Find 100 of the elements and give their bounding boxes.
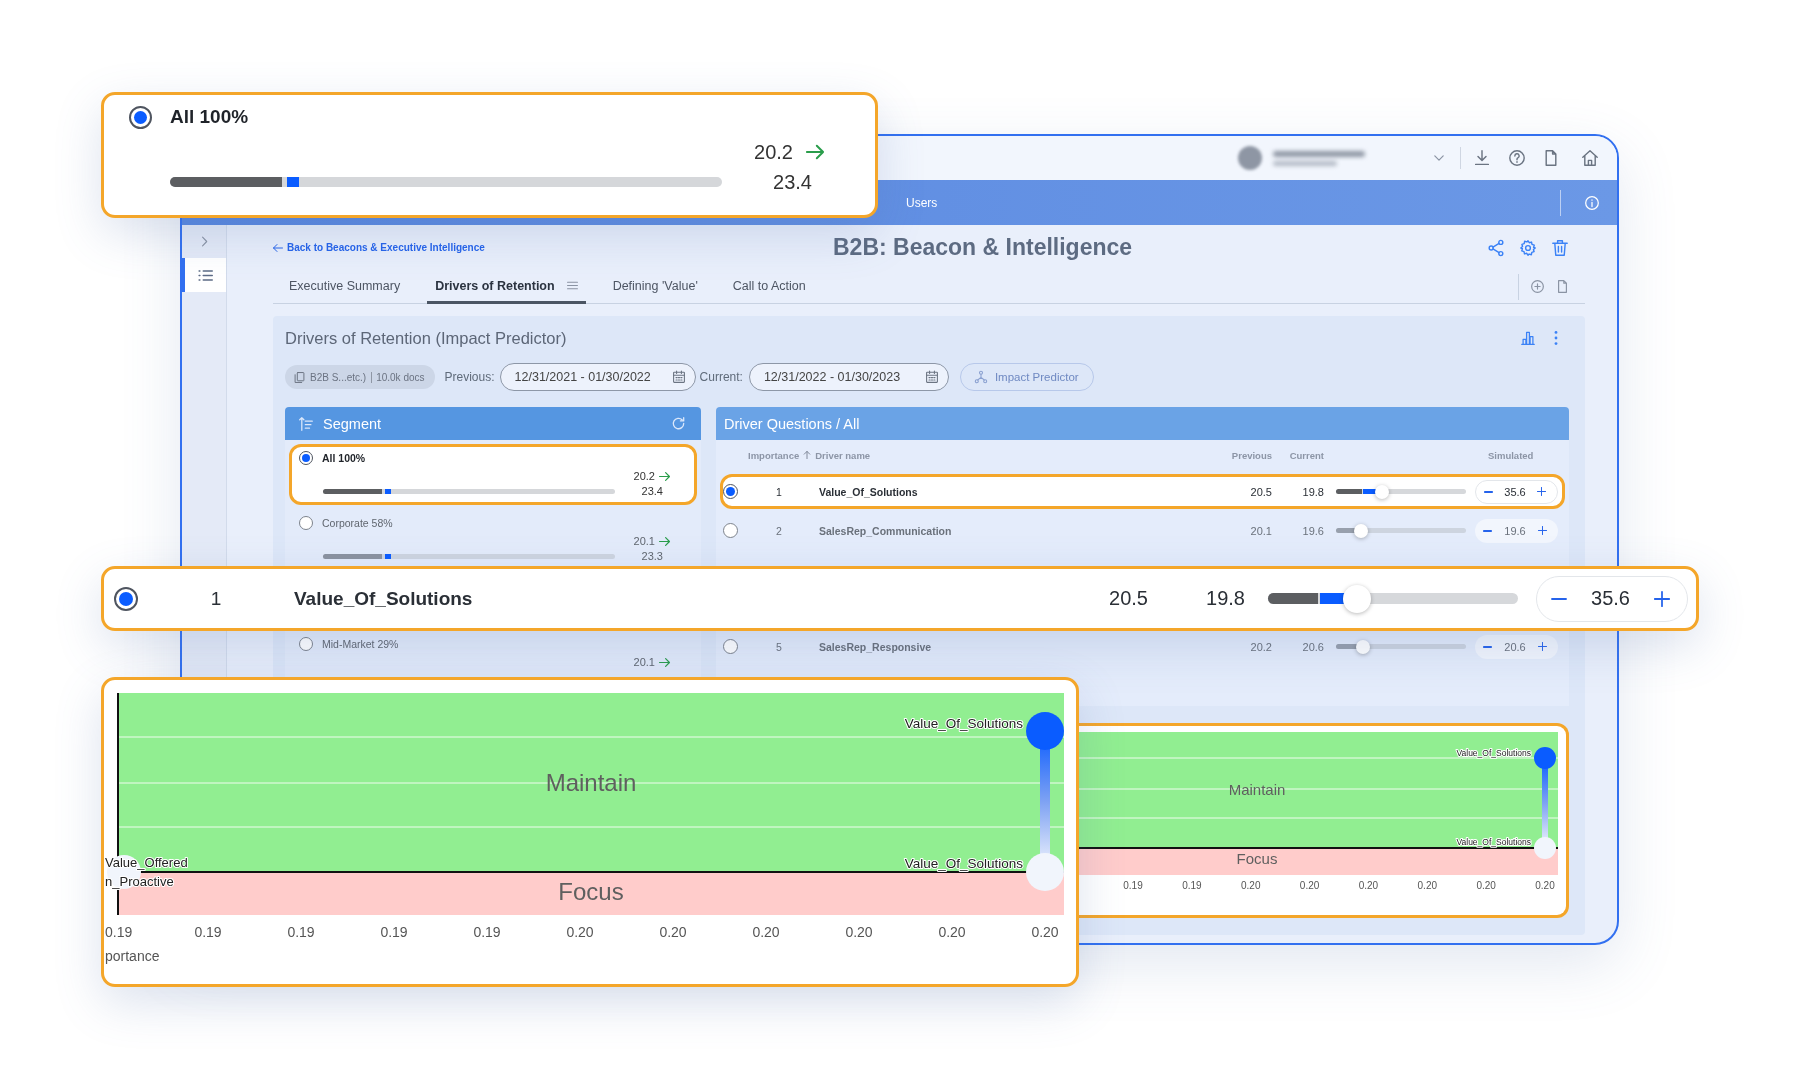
slider-thumb[interactable] (1354, 523, 1369, 538)
decrease-button[interactable] (1483, 645, 1492, 648)
tick-label: 0.20 (845, 924, 873, 940)
tick-label: 0.20 (1535, 879, 1555, 891)
tick-label: 0.20 (1476, 879, 1496, 891)
segment-row[interactable]: Mid-Market 29% 20.1 (289, 630, 697, 678)
avatar-icon[interactable] (1238, 146, 1262, 170)
zone-label: Focus (1236, 850, 1278, 867)
segment-label: Corporate 58% (322, 517, 393, 529)
decrease-button[interactable] (1484, 490, 1493, 493)
source-chip[interactable]: B2B S...etc.) 10.0k docs (285, 365, 435, 389)
driver-name: SalesRep_Communication (819, 524, 953, 537)
decrease-button[interactable] (1551, 597, 1567, 600)
plus-circle-icon[interactable] (1531, 280, 1544, 293)
slider-thumb[interactable] (1375, 484, 1390, 499)
radio-button[interactable] (129, 105, 152, 129)
menu-icon[interactable] (566, 280, 578, 291)
minus-icon (1483, 529, 1492, 532)
current-value: 23.4 (641, 485, 663, 497)
decrease-button[interactable] (1483, 529, 1492, 532)
column-header[interactable]: Previous (1212, 449, 1272, 461)
point-marker (1026, 853, 1064, 891)
rank-number: 2 (775, 524, 783, 537)
slider[interactable] (1336, 523, 1466, 538)
info-icon[interactable] (1585, 195, 1599, 210)
field-label: Current: (699, 370, 743, 384)
date-range-field[interactable]: 12/31/2021 - 01/30/2022 (499, 363, 696, 391)
tick-label: 0.20 (566, 924, 594, 940)
tab[interactable]: Call to Action (724, 270, 814, 304)
radio-button[interactable] (299, 516, 313, 530)
help-icon[interactable] (1509, 150, 1525, 166)
simulated-value: 20.6 (1504, 640, 1526, 653)
back-link[interactable]: Back to Beacons & Executive Intelligence (273, 242, 485, 253)
radio-button[interactable] (723, 484, 738, 499)
column-header[interactable]: Importance (748, 449, 800, 461)
refresh-icon[interactable] (672, 417, 685, 430)
home-icon[interactable] (1582, 150, 1598, 166)
driver-row[interactable]: 5 SalesRep_Responsive 20.2 20.6 20.6 (720, 629, 1565, 664)
tick-label: 0.19 (194, 924, 222, 940)
slider[interactable] (1336, 484, 1466, 499)
slider[interactable] (1268, 584, 1518, 613)
increase-button[interactable] (1654, 590, 1670, 607)
radio-button[interactable] (723, 523, 738, 538)
plus-icon (1538, 642, 1547, 651)
radio-button[interactable] (723, 639, 738, 654)
previous-value: 20.2 (633, 470, 655, 482)
document-icon[interactable] (1543, 150, 1559, 166)
chevron-down-icon[interactable] (1433, 152, 1445, 164)
calendar-icon (925, 371, 938, 383)
download-icon[interactable] (1474, 150, 1490, 166)
zone-label: Maintain (1228, 781, 1286, 798)
slider[interactable] (1336, 639, 1466, 654)
panel-title: Segment (323, 415, 382, 432)
document-icon[interactable] (1556, 280, 1569, 293)
column-header[interactable]: Simulated (1466, 449, 1558, 461)
share-icon[interactable] (1488, 239, 1504, 256)
segment-row[interactable]: Corporate 58% 20.1 23.3 (289, 509, 697, 570)
minus-icon (1551, 597, 1567, 600)
column-header[interactable]: Current (1272, 449, 1324, 461)
radio-button[interactable] (299, 451, 313, 465)
minus-icon (1484, 490, 1493, 493)
increase-button[interactable] (1537, 487, 1546, 496)
tick-label: 0.19 (473, 924, 501, 940)
radio-button[interactable] (114, 586, 138, 611)
slider-thumb[interactable] (1343, 584, 1371, 613)
driver-row[interactable]: 2 SalesRep_Communication 20.1 19.6 19.6 (720, 513, 1565, 548)
rank-number: 1 (209, 587, 223, 610)
date-range-field[interactable]: 12/31/2022 - 01/30/2023 (748, 363, 949, 391)
segment-row[interactable]: All 100% 20.2 23.4 (289, 444, 697, 505)
arrow-up-icon[interactable] (803, 451, 812, 459)
point-label: Value_Of_Solutions (904, 715, 1023, 731)
trash-icon[interactable] (1552, 239, 1568, 256)
nav-link[interactable]: Users (906, 195, 938, 210)
point-label: Value_Of_Solutions (1456, 747, 1531, 758)
sidebar-button[interactable] (182, 258, 226, 292)
panel-title: Driver Questions / All (724, 415, 860, 432)
tick-label: 0.19 (1123, 879, 1143, 891)
zone-label: Maintain (545, 769, 637, 796)
minus-icon (1483, 645, 1492, 648)
tab[interactable]: Drivers of Retention (427, 270, 586, 304)
sort-icon[interactable] (299, 416, 313, 431)
column-header[interactable]: Driver name (815, 449, 871, 461)
previous-value: 20.1 (633, 535, 655, 547)
driver-name: Value_Of_Solutions (819, 485, 919, 498)
previous-value: 20.1 (633, 656, 655, 668)
tick-label: 0.20 (659, 924, 687, 940)
increase-button[interactable] (1538, 526, 1547, 535)
segment-label: All 100% (170, 106, 249, 128)
rank-number: 5 (775, 640, 783, 653)
increase-button[interactable] (1538, 642, 1547, 651)
settings-icon[interactable] (1520, 239, 1536, 256)
bar-chart-icon[interactable] (1521, 331, 1535, 345)
calendar-icon (672, 371, 685, 383)
radio-button[interactable] (299, 637, 313, 651)
tab[interactable]: Defining 'Value' (604, 270, 706, 304)
tab[interactable]: Executive Summary (281, 270, 409, 304)
driver-row[interactable]: 1 Value_Of_Solutions 20.5 19.8 35.6 (720, 474, 1565, 509)
point-label: Value_Offered (105, 855, 188, 870)
slider-thumb[interactable] (1355, 639, 1370, 654)
current-value: 20.6 (1301, 640, 1324, 653)
